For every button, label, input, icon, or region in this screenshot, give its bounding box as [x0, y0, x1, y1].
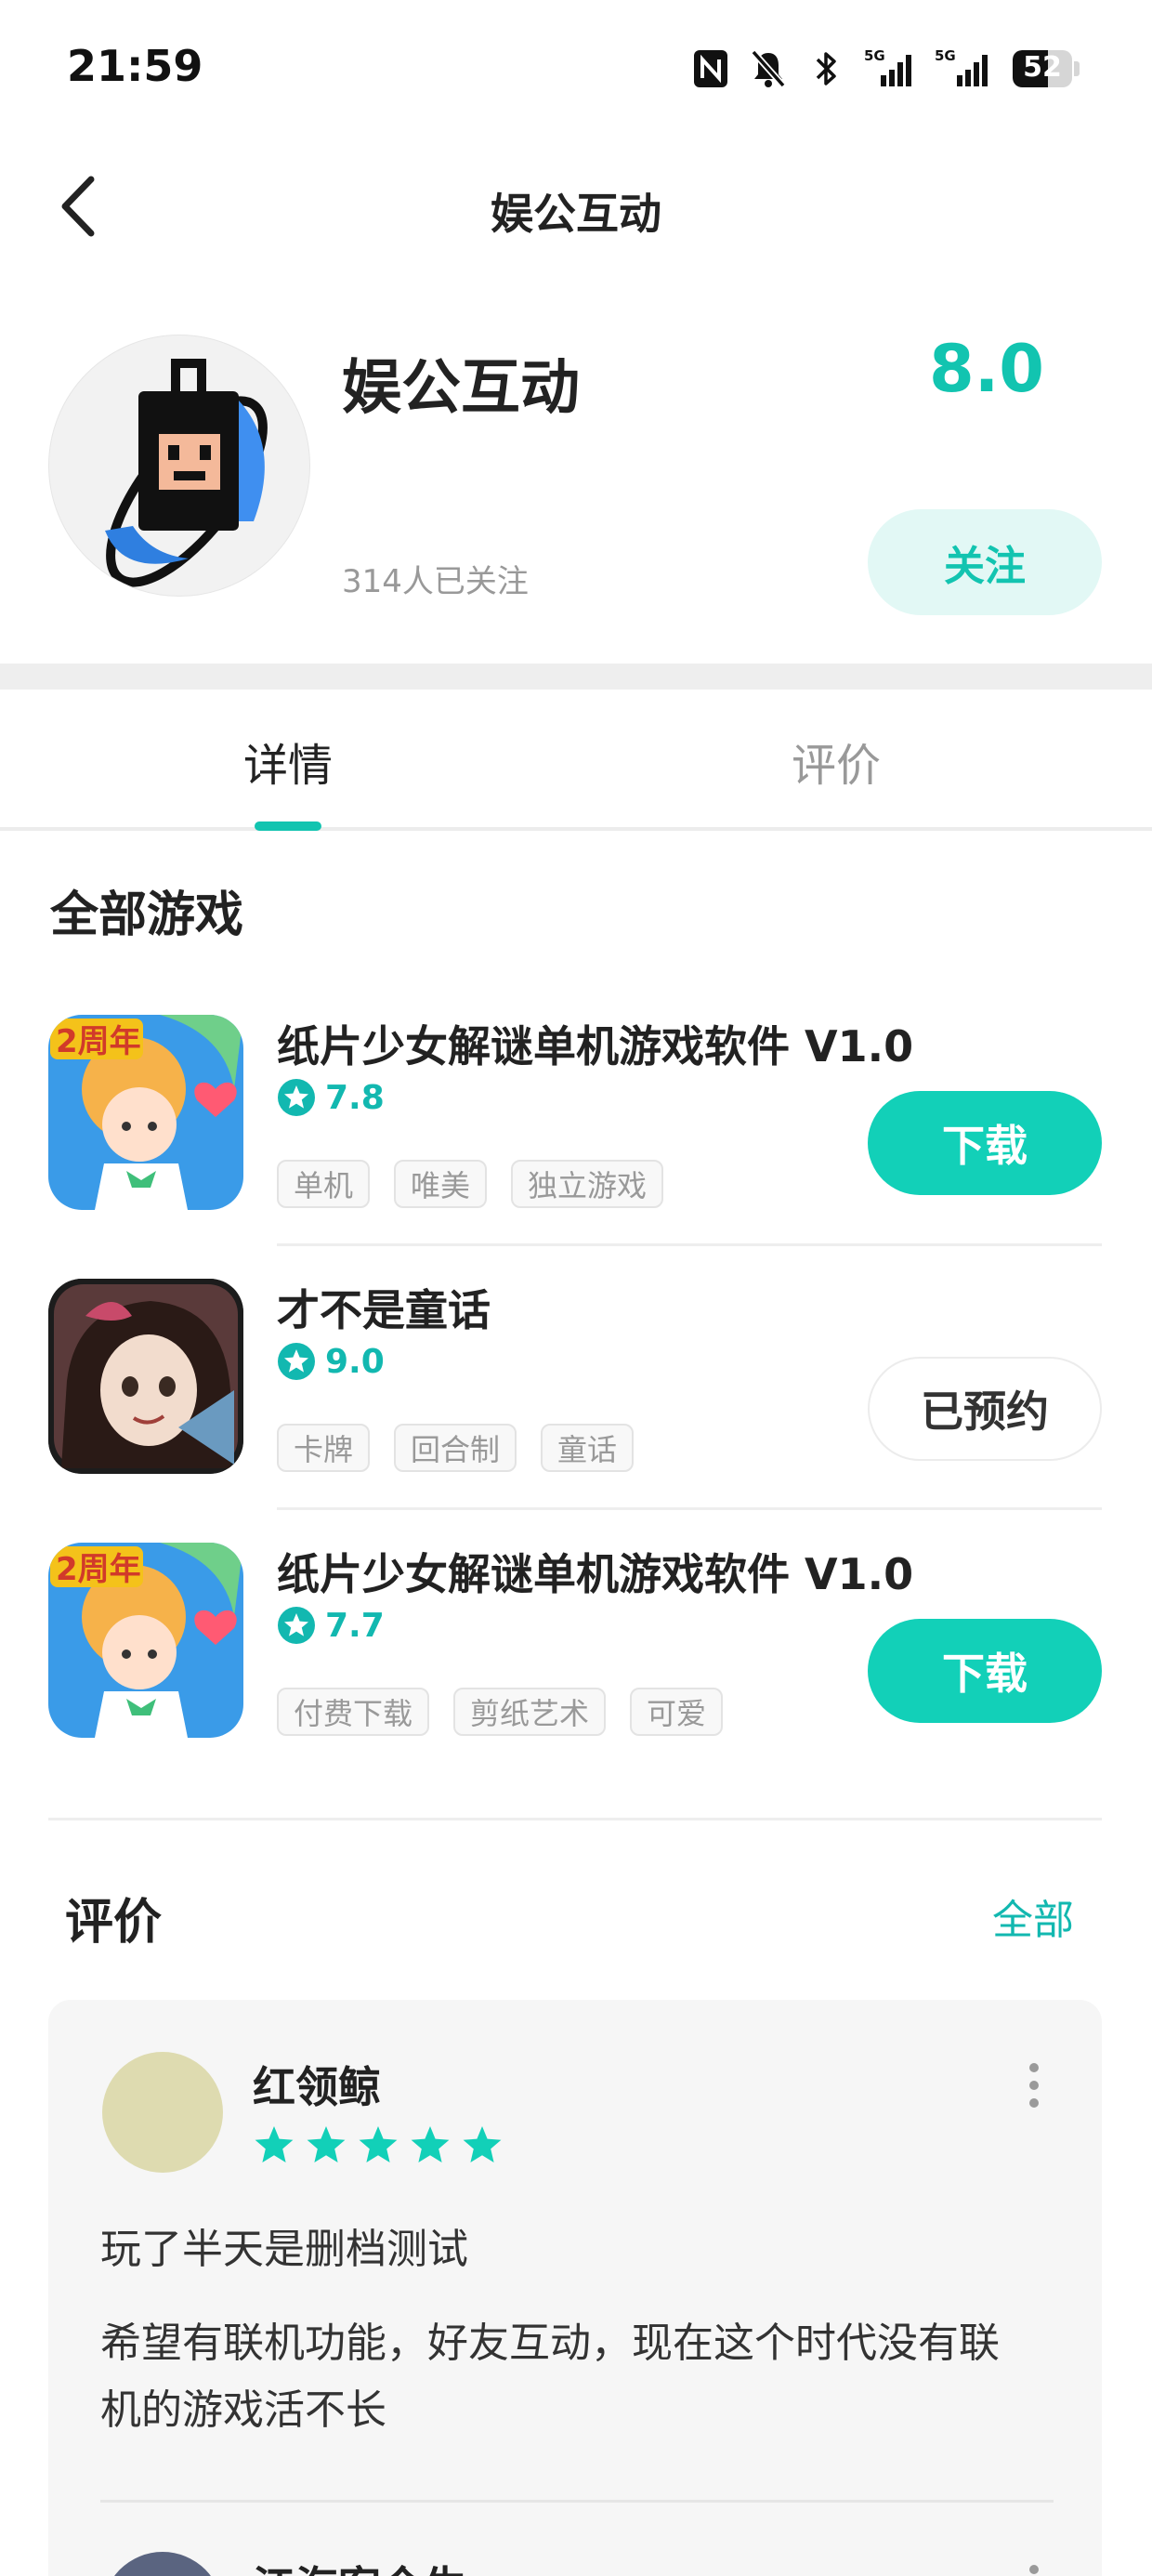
- star-icon: [411, 2126, 450, 2162]
- silent-bell-icon: [749, 47, 788, 90]
- battery-icon: 52: [1013, 50, 1080, 87]
- star-badge-icon: [278, 1079, 315, 1116]
- review-divider: [100, 2500, 1054, 2503]
- game-tags: 付费下载 剪纸艺术 可爱: [277, 1688, 724, 1736]
- game-icon[interactable]: 2周年: [48, 1543, 243, 1738]
- reserved-button[interactable]: 已预约: [868, 1357, 1102, 1461]
- rating-value: 7.8: [325, 1078, 385, 1117]
- rating-value: 9.0: [325, 1342, 385, 1381]
- page-title: 娱公互动: [491, 189, 661, 239]
- svg-text:2周年: 2周年: [56, 1023, 141, 1060]
- game-tag[interactable]: 童话: [541, 1424, 635, 1472]
- game-tags: 单机 唯美 独立游戏: [277, 1160, 664, 1208]
- download-button[interactable]: 下载: [868, 1091, 1102, 1195]
- status-time: 21:59: [67, 41, 203, 91]
- section-divider: [48, 1818, 1102, 1820]
- svg-text:2周年: 2周年: [56, 1551, 141, 1588]
- reviews-section-title: 评价: [65, 1895, 163, 1951]
- reviewer-name[interactable]: 红领鲸: [253, 2054, 381, 2115]
- bluetooth-icon: [806, 47, 845, 90]
- follower-count: 314人已关注: [342, 563, 529, 600]
- game-tag[interactable]: 剪纸艺术: [453, 1688, 607, 1736]
- more-options-icon[interactable]: [1020, 2063, 1048, 2108]
- game-icon[interactable]: [48, 1279, 243, 1474]
- battery-level: 52: [1023, 51, 1062, 84]
- svg-text:5G: 5G: [864, 47, 885, 64]
- game-tag[interactable]: 单机: [277, 1160, 371, 1208]
- star-icon: [359, 2126, 398, 2162]
- svg-text:5G: 5G: [935, 47, 956, 64]
- game-tags: 卡牌 回合制 童话: [277, 1424, 635, 1472]
- review-text: 希望有联机功能，好友互动，现在这个时代没有联机的游戏活不长: [100, 2320, 1000, 2434]
- developer-avatar: [48, 335, 310, 597]
- game-tag[interactable]: 卡牌: [277, 1424, 371, 1472]
- reviews-all-link[interactable]: 全部: [992, 1886, 1074, 1946]
- game-tag[interactable]: 唯美: [394, 1160, 488, 1208]
- row-divider: [277, 1243, 1102, 1246]
- games-section-title: 全部游戏: [50, 887, 244, 943]
- game-icon[interactable]: 2周年: [48, 1015, 243, 1210]
- tab-active-indicator: [255, 821, 321, 831]
- rating-value: 7.7: [325, 1606, 385, 1645]
- developer-score: 8.0: [929, 331, 1045, 407]
- nfc-icon: [691, 47, 730, 90]
- more-options-icon[interactable]: [1020, 2565, 1048, 2576]
- game-tag[interactable]: 独立游戏: [511, 1160, 664, 1208]
- game-title[interactable]: 纸片少女解谜单机游戏软件 V1.0: [277, 1013, 913, 1074]
- reviewer-name[interactable]: 江海客今生: [253, 2554, 466, 2576]
- review-stars: [253, 2124, 504, 2165]
- star-icon: [463, 2126, 502, 2162]
- star-badge-icon: [278, 1607, 315, 1644]
- reviewer-avatar[interactable]: [102, 2052, 223, 2173]
- section-divider: [0, 664, 1152, 690]
- signal-5g-icon: 5G: [864, 47, 916, 90]
- signal-5g-icon: 5G: [935, 47, 994, 90]
- game-title[interactable]: 纸片少女解谜单机游戏软件 V1.0: [277, 1541, 913, 1602]
- game-tag[interactable]: 付费下载: [277, 1688, 430, 1736]
- game-rating: 7.8: [277, 1078, 385, 1117]
- game-title[interactable]: 才不是童话: [277, 1277, 491, 1338]
- tab-details[interactable]: 详情: [243, 729, 333, 794]
- game-rating: 9.0: [277, 1342, 385, 1381]
- star-icon: [307, 2126, 346, 2162]
- star-icon: [255, 2126, 294, 2162]
- review-text: 玩了半天是删档测试: [100, 2226, 468, 2273]
- status-icons: 5G 5G 52: [691, 43, 1080, 95]
- download-button[interactable]: 下载: [868, 1619, 1102, 1723]
- tab-reviews[interactable]: 评价: [792, 729, 881, 794]
- tab-bar-border: [0, 827, 1152, 831]
- game-rating: 7.7: [277, 1606, 385, 1645]
- developer-name: 娱公互动: [342, 354, 580, 423]
- row-divider: [277, 1507, 1102, 1510]
- game-tag[interactable]: 回合制: [394, 1424, 517, 1472]
- game-tag[interactable]: 可爱: [630, 1688, 724, 1736]
- star-badge-icon: [278, 1343, 315, 1380]
- follow-button[interactable]: 关注: [868, 509, 1102, 615]
